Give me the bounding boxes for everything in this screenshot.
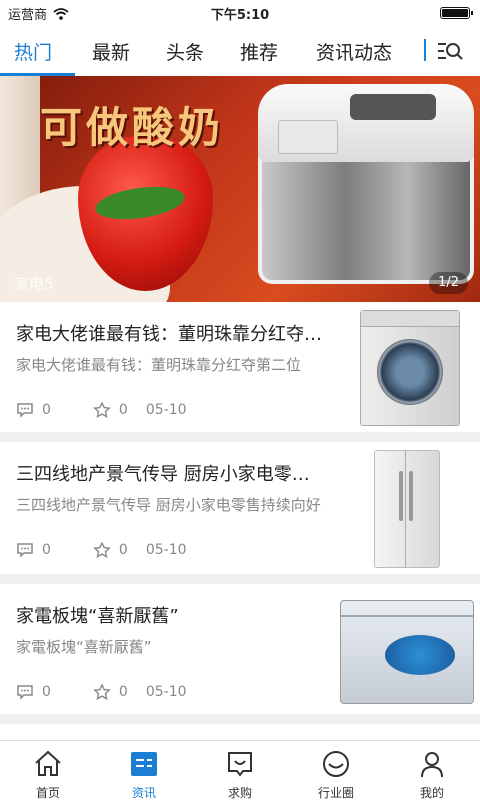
comment-count: 0 [42,402,51,418]
news-meta: 0 0 05-10 [16,684,187,700]
star-icon[interactable] [93,684,111,700]
tab-recommended[interactable]: 推荐 [240,38,278,65]
news-headline: 三四线地产景气传导 厨房小家电零售持续向好 [16,464,322,485]
list-divider [0,714,480,724]
status-time: 下午5:10 [210,8,270,23]
news-date: 05-10 [145,542,187,558]
news-headline: 家电大佬谁最有钱：董明珠靠分红夺第二位 [16,324,322,345]
star-count: 0 [118,542,128,558]
bread-maker-image [258,84,474,284]
list-divider [0,432,480,442]
nav-home[interactable]: 首页 [0,741,96,800]
star-count: 0 [118,402,128,418]
star-icon[interactable] [93,402,111,418]
bottom-navigation: 首页 资讯 求购 行业圈 我的 [0,740,480,800]
refrigerator-image [336,442,480,572]
circle-icon [323,751,349,777]
news-list-item[interactable]: 三四线地产景气传导 厨房小家电零售持续向好 三四线地产景气传导 厨房小家电零售持… [0,442,480,574]
nav-label: 资讯 [131,786,156,800]
banner-image-text: 可做酸奶 [40,103,225,152]
freezer-image [336,584,480,714]
home-icon [35,750,61,776]
banner-caption: 家电5 [14,275,54,293]
tab-news-updates[interactable]: 资讯动态 [316,38,392,65]
news-headline: 家電板塊“喜新厭舊” [16,606,179,627]
tab-headlines[interactable]: 头条 [166,38,204,65]
washing-machine-image [336,302,480,432]
purchase-icon [228,752,252,777]
comment-icon [17,403,33,418]
news-summary: 家電板塊“喜新厭舊” [16,638,152,656]
news-date: 05-10 [145,402,187,418]
nav-label: 求购 [227,786,252,800]
tab-hot[interactable]: 热门 [14,38,52,65]
news-summary: 三四线地产景气传导 厨房小家电零售持续向好 [16,496,321,514]
banner-carousel[interactable]: 可做酸奶 家电5 1/2 [0,76,480,302]
list-search-icon[interactable] [436,40,464,62]
nav-news[interactable]: 资讯 [96,741,192,800]
news-summary: 家电大佬谁最有钱：董明珠靠分红夺第二位 [16,356,302,374]
comment-count: 0 [42,542,51,558]
news-icon [131,752,157,776]
news-list-item[interactable]: 家电大佬谁最有钱：董明珠靠分红夺第二位 家电大佬谁最有钱：董明珠靠分红夺第二位 … [0,302,480,432]
news-date: 05-10 [145,684,187,700]
status-bar: 运营商 下午5:10 [0,0,480,26]
news-meta: 0 0 05-10 [16,542,187,558]
nav-label: 我的 [419,786,444,800]
tab-latest[interactable]: 最新 [92,38,130,65]
battery-icon [440,7,473,19]
banner-page-counter: 1/2 [429,272,468,294]
news-meta: 0 0 05-10 [16,402,187,418]
nav-label: 首页 [35,786,60,800]
news-list-item[interactable]: 家電板塊“喜新厭舊” 家電板塊“喜新厭舊” 0 0 05-10 [0,584,480,714]
comment-icon [17,685,33,700]
channel-tabs: 热门 最新 头条 推荐 资讯动态 [0,26,480,76]
nav-industry-circle[interactable]: 行业圈 [288,741,384,800]
news-list-item-partial[interactable] [0,724,480,740]
star-icon[interactable] [93,542,111,558]
nav-profile[interactable]: 我的 [384,741,480,800]
nav-purchase[interactable]: 求购 [192,741,288,800]
comment-icon [17,543,33,558]
user-icon [421,752,443,778]
comment-count: 0 [42,684,51,700]
nav-label: 行业圈 [317,786,354,800]
list-divider [0,574,480,584]
star-count: 0 [118,684,128,700]
tab-divider [424,39,426,61]
